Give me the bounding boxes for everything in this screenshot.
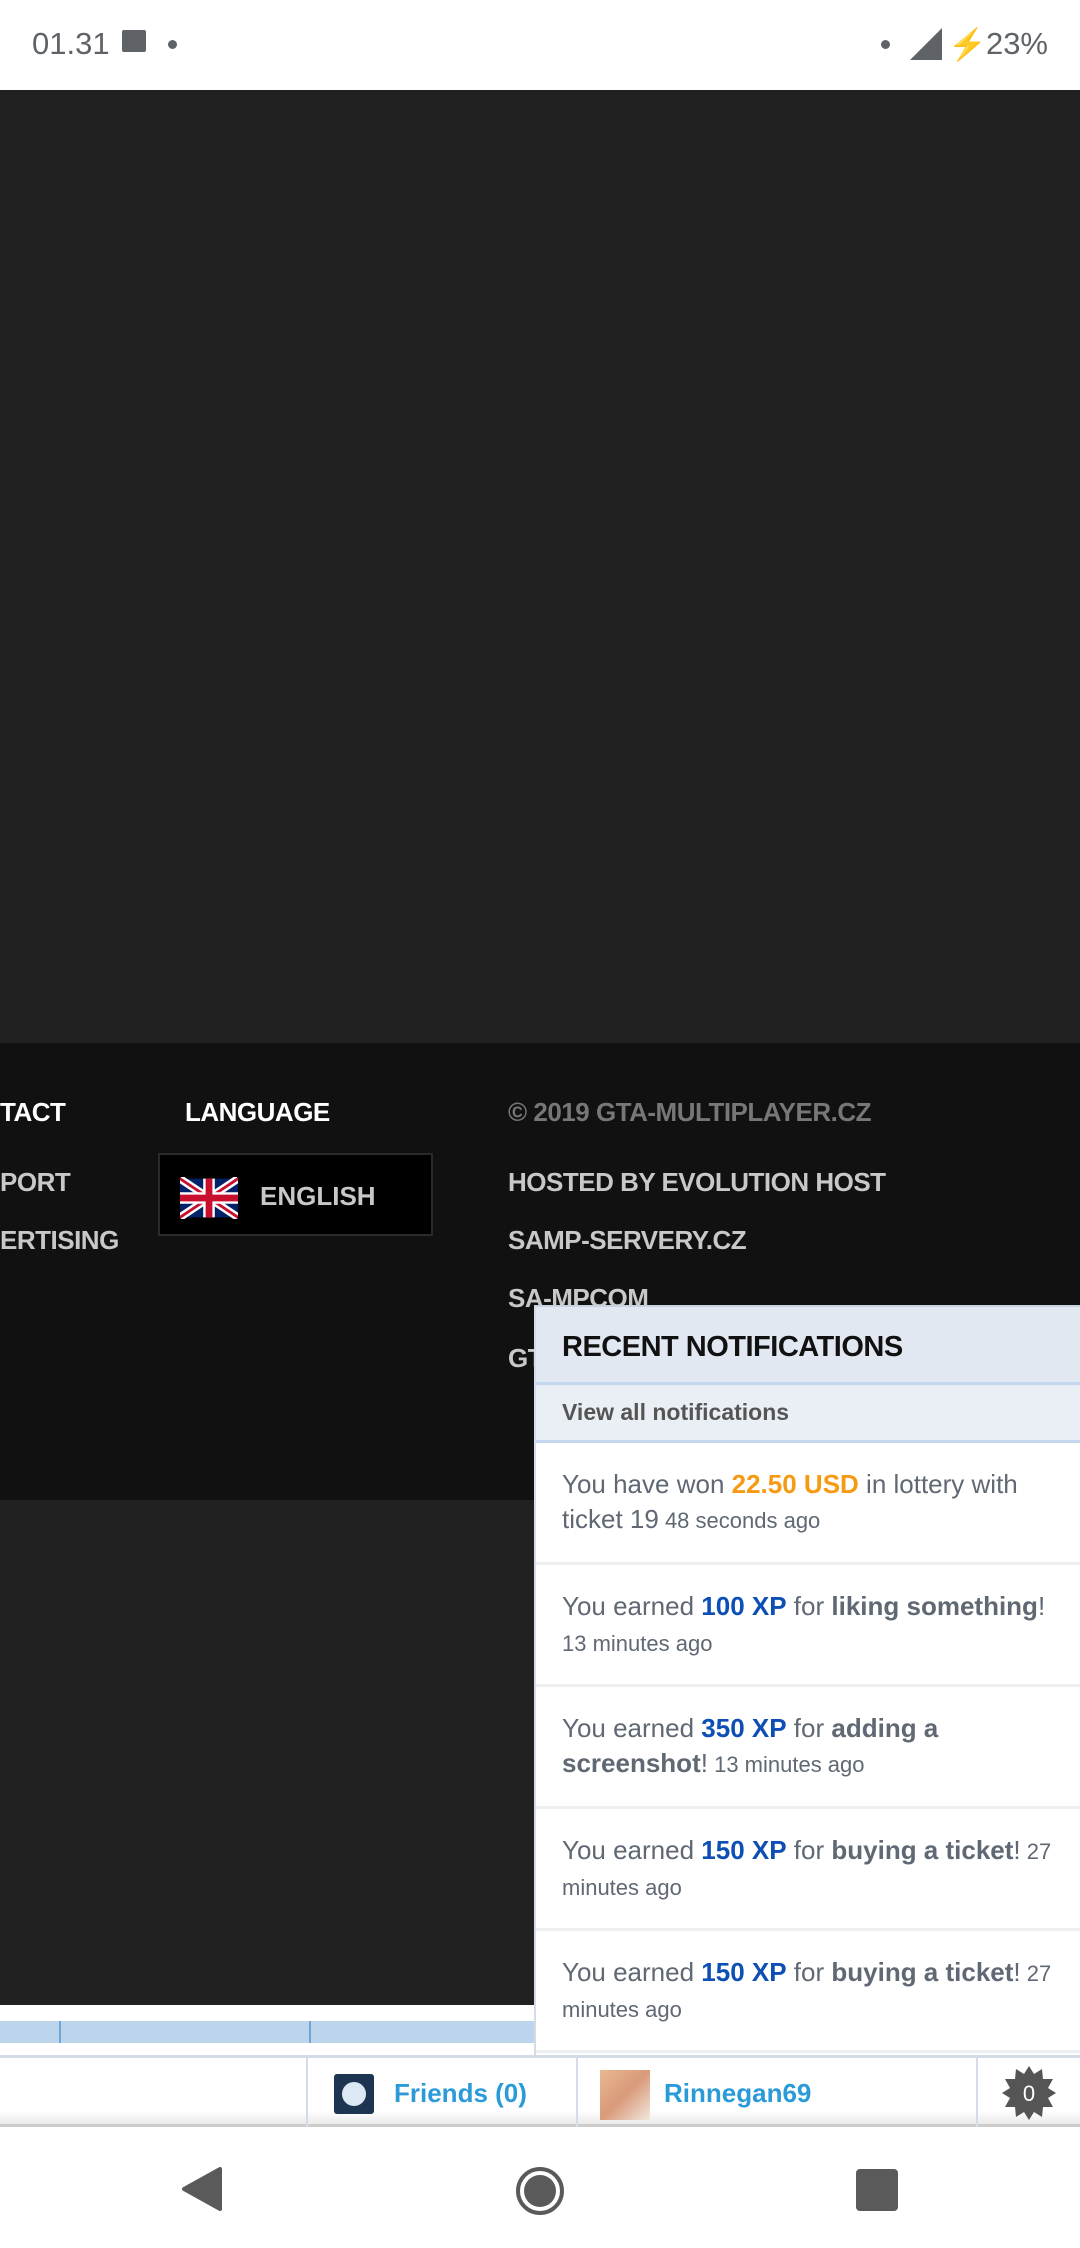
clock: 01.31 [32, 26, 110, 61]
notifications-title: RECENT NOTIFICATIONS [536, 1307, 1080, 1385]
notification-reward: 22.50 USD [731, 1469, 859, 1499]
notification-text: You earned [562, 1713, 702, 1743]
dot-icon [881, 40, 890, 49]
support-link[interactable]: PORT [0, 1167, 71, 1198]
language-selector[interactable]: ENGLISH [158, 1153, 433, 1236]
friends-button[interactable]: Friends (0) [306, 2058, 576, 2127]
friends-smiley-icon [334, 2074, 374, 2114]
notification-time: 13 minutes ago [707, 1752, 865, 1777]
notification-reward: 150 XP [701, 1957, 787, 1987]
progress-strip [0, 2005, 534, 2055]
battery-charging-icon: ⚡ [948, 27, 987, 62]
notification-text: ! [1037, 1591, 1046, 1621]
notification-text: ! [1013, 1957, 1021, 1987]
username: Rinnegan69 [664, 2078, 812, 2108]
signal-icon [910, 28, 942, 60]
notification-action: buying a ticket [831, 1957, 1014, 1987]
avatar [600, 2070, 650, 2120]
notification-item[interactable]: You earned 150 XP for buying a ticket! 2… [536, 1809, 1080, 1931]
notification-action: liking something [831, 1591, 1038, 1621]
status-bar: 01.31 ⚡ 23% [0, 0, 1080, 90]
view-all-notifications-link[interactable]: View all notifications [536, 1385, 1080, 1443]
notification-text: You earned [562, 1591, 702, 1621]
gear-badge-icon: 0 [1002, 2066, 1056, 2120]
home-icon[interactable] [514, 2165, 566, 2217]
notification-reward: 350 XP [701, 1713, 787, 1743]
notification-text: ! [1013, 1835, 1021, 1865]
language-label: ENGLISH [260, 1181, 376, 1211]
contact-heading: TACT [0, 1097, 66, 1127]
friends-label: Friends (0) [394, 2078, 527, 2108]
notification-text: ! [700, 1748, 708, 1778]
notification-text: You have won [562, 1469, 732, 1499]
notifications-panel: RECENT NOTIFICATIONS View all notificati… [534, 1305, 1080, 2055]
notification-text: for [786, 1713, 832, 1743]
android-nav-bar [0, 2127, 1080, 2248]
bottom-toolbar: Friends (0) Rinnegan69 0 [0, 2055, 1080, 2127]
back-icon[interactable] [180, 2167, 224, 2211]
notification-text: for [786, 1957, 832, 1987]
notification-text: You earned [562, 1835, 702, 1865]
notification-text: for [786, 1591, 832, 1621]
footer-link[interactable]: HOSTED BY EVOLUTION HOST [508, 1167, 886, 1198]
image-icon [122, 30, 146, 52]
recents-icon[interactable] [856, 2169, 898, 2211]
advertising-link[interactable]: ERTISING [0, 1225, 119, 1256]
notification-reward: 100 XP [701, 1591, 787, 1621]
notification-text: for [786, 1835, 832, 1865]
notification-item[interactable]: You earned 100 XP for liking something! … [536, 1565, 1080, 1687]
user-profile-button[interactable]: Rinnegan69 [576, 2058, 976, 2127]
language-heading: LANGUAGE [185, 1097, 330, 1127]
notification-item[interactable]: You earned 350 XP for adding a screensho… [536, 1687, 1080, 1809]
battery-level: 23% [985, 26, 1048, 61]
uk-flag-icon [180, 1177, 238, 1219]
dot-icon [168, 40, 177, 49]
notification-time: 13 minutes ago [562, 1631, 713, 1656]
notification-text: You earned [562, 1957, 702, 1987]
content-area [0, 90, 1080, 1043]
notification-time: 48 seconds ago [658, 1508, 821, 1533]
notification-item[interactable]: You earned 150 XP for buying a ticket! 2… [536, 1931, 1080, 2053]
notifications-button[interactable]: 0 [976, 2058, 1080, 2127]
notification-reward: 150 XP [701, 1835, 787, 1865]
footer-link[interactable]: SAMP-SERVERY.CZ [508, 1225, 747, 1256]
notification-action: buying a ticket [831, 1835, 1014, 1865]
notification-item[interactable]: You have won 22.50 USD in lottery with t… [536, 1443, 1080, 1565]
notification-count: 0 [1023, 2081, 1035, 2106]
copyright: © 2019 GTA-MULTIPLAYER.CZ [508, 1097, 872, 1127]
